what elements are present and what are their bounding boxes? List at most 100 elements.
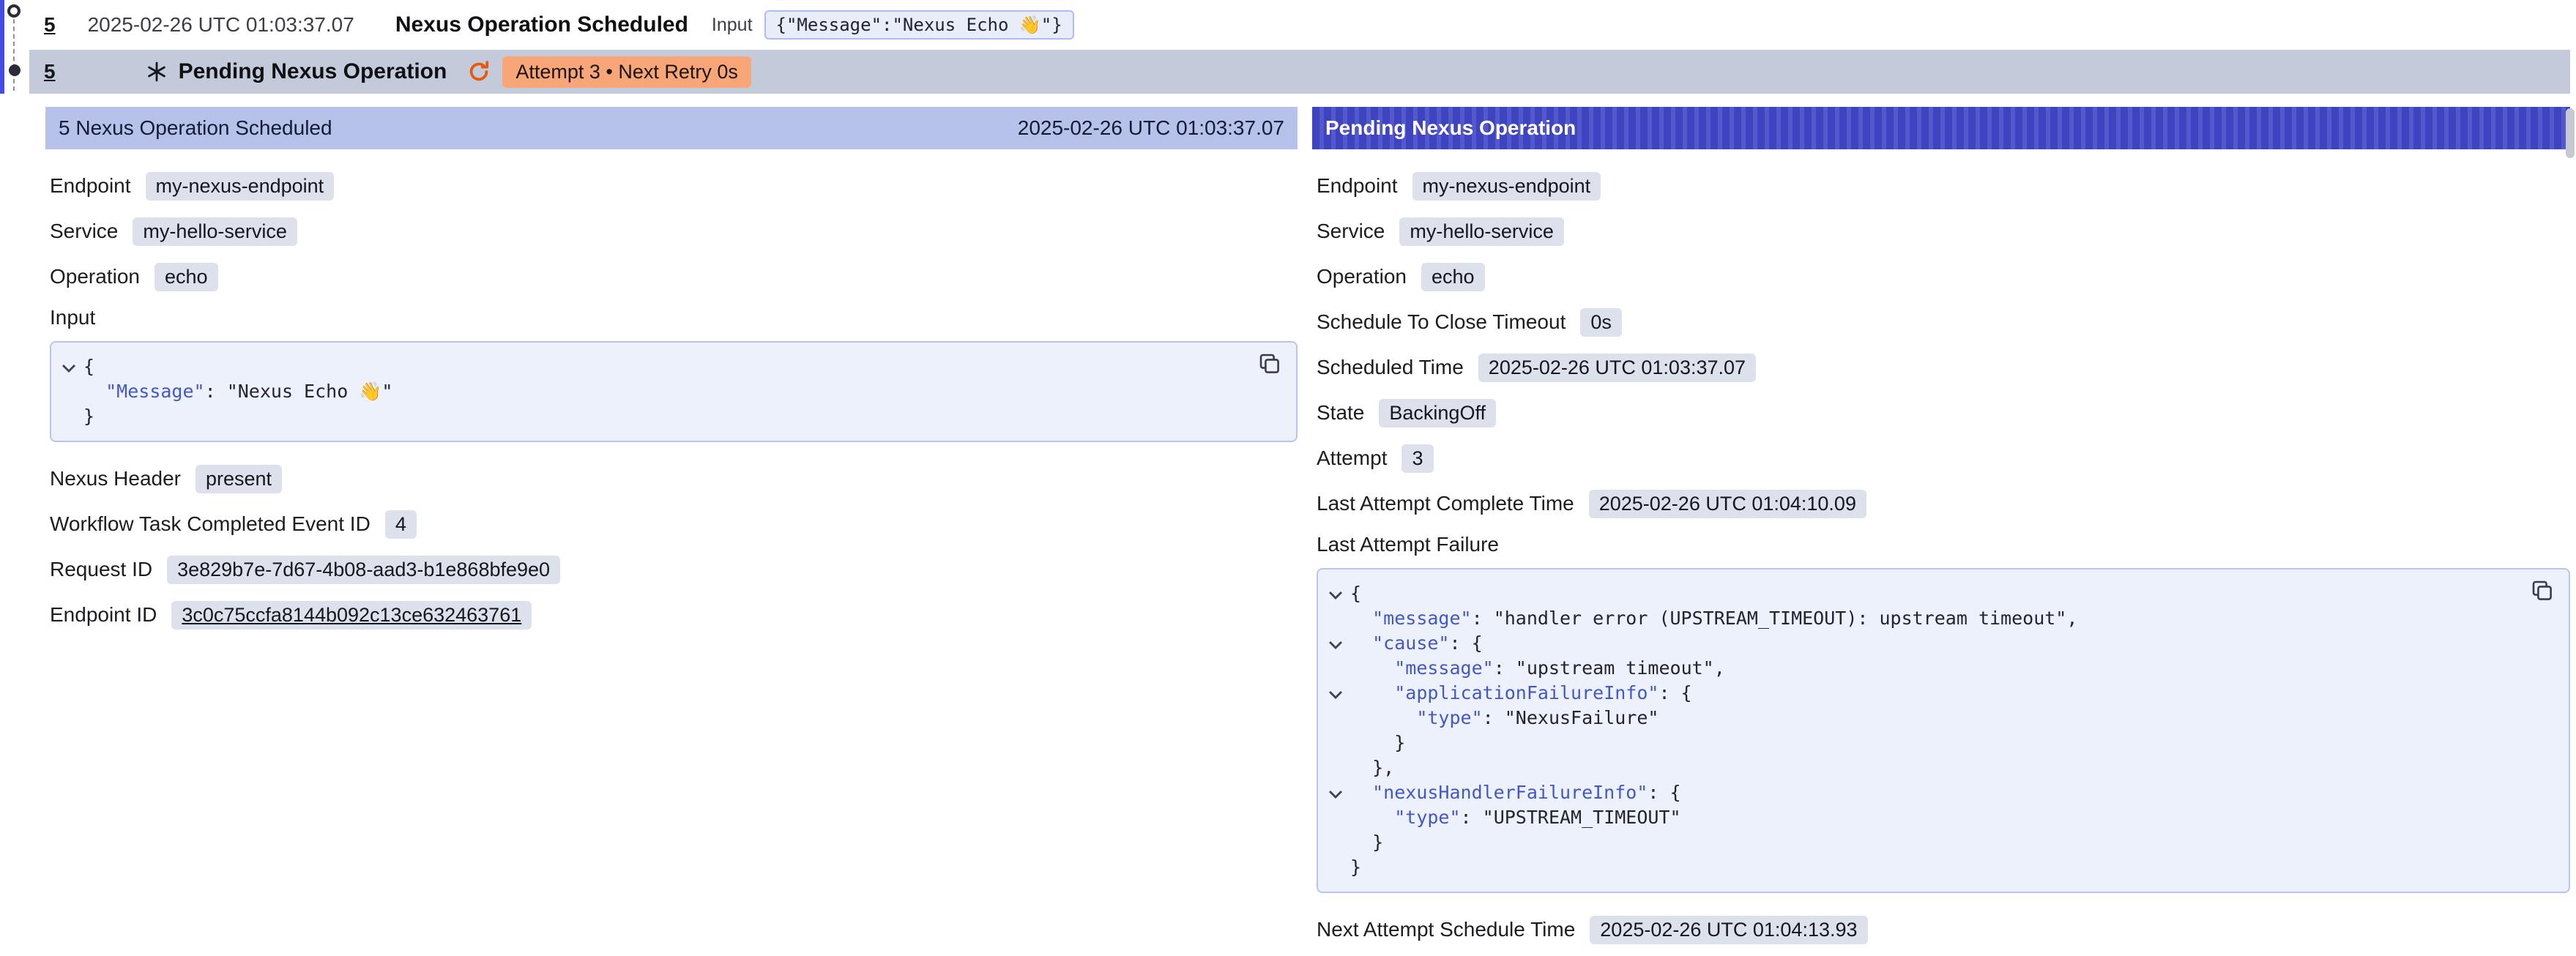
detail-value-badge: my-nexus-endpoint xyxy=(146,172,335,201)
event-title: Nexus Operation Scheduled xyxy=(395,12,688,37)
detail-label: Attempt xyxy=(1317,447,1387,470)
detail-value-badge: 0s xyxy=(1580,308,1622,337)
detail-value-badge: echo xyxy=(1421,263,1485,291)
detail-row: Last Attempt Complete Time 2025-02-26 UTC… xyxy=(1317,488,2570,520)
attempt-retry-badge: Attempt 3 • Next Retry 0s xyxy=(502,56,751,88)
pending-panel-title: Pending Nexus Operation xyxy=(1325,116,1576,140)
detail-label: Service xyxy=(50,220,118,243)
detail-row: Operation echo xyxy=(1317,261,2570,293)
pending-operation-title: Pending Nexus Operation xyxy=(179,59,447,84)
scrollbar-thumb[interactable] xyxy=(2566,108,2575,158)
copy-icon xyxy=(2531,579,2554,602)
chevron-down-icon[interactable] xyxy=(1321,631,1350,656)
scheduled-event-panel: 5 Nexus Operation Scheduled 2025-02-26 U… xyxy=(45,107,1298,644)
scheduled-panel-timestamp: 2025-02-26 UTC 01:03:37.07 xyxy=(1018,116,1284,140)
detail-row: Endpoint my-nexus-endpoint xyxy=(50,170,1298,202)
detail-value-badge: my-hello-service xyxy=(1399,217,1564,246)
code-line: "message": "handler error (UPSTREAM_TIME… xyxy=(1321,606,2554,631)
detail-value-badge: my-hello-service xyxy=(133,217,297,246)
detail-label: Operation xyxy=(50,265,140,288)
event-timestamp: 2025-02-26 UTC 01:03:37.07 xyxy=(88,13,354,37)
chevron-down-icon[interactable] xyxy=(54,354,83,379)
code-line: "Message": "Nexus Echo 👋" xyxy=(54,379,1281,404)
detail-value-badge: 2025-02-26 UTC 01:04:10.09 xyxy=(1589,490,1866,518)
event-row-pending[interactable]: 5 Pending Nexus Operation Attempt 3 • Ne… xyxy=(29,50,2570,94)
code-line: { xyxy=(1321,581,2554,606)
detail-row: Workflow Task Completed Event ID 4 xyxy=(50,508,1298,540)
detail-row: State BackingOff xyxy=(1317,397,2570,429)
code-text: "message": "handler error (UPSTREAM_TIME… xyxy=(1350,606,2077,631)
code-text: "cause": { xyxy=(1350,631,1483,656)
code-gutter xyxy=(1321,755,1350,780)
detail-value-badge: present xyxy=(196,465,282,493)
code-text: "type": "UPSTREAM_TIMEOUT" xyxy=(1350,805,1681,830)
pending-meta-rows: Next Attempt Schedule Time2025-02-26 UTC… xyxy=(1317,914,2570,946)
detail-row: Attempt3 xyxy=(1317,442,2570,474)
detail-label: Endpoint xyxy=(50,174,131,198)
timeline-accent-bar xyxy=(0,0,4,94)
failure-section-label: Last Attempt Failure xyxy=(1317,533,2570,556)
failure-json-block: { "message": "handler error (UPSTREAM_TI… xyxy=(1317,568,2570,893)
detail-label: Endpoint xyxy=(1317,174,1398,198)
timeline-dashed-line xyxy=(13,12,15,91)
detail-value-badge: BackingOff xyxy=(1379,399,1496,427)
code-gutter xyxy=(1321,656,1350,681)
event-row-scheduled[interactable]: 5 2025-02-26 UTC 01:03:37.07 Nexus Opera… xyxy=(29,0,2576,50)
asterisk-icon xyxy=(146,61,167,82)
code-text: } xyxy=(1350,855,1361,880)
detail-row: Next Attempt Schedule Time2025-02-26 UTC… xyxy=(1317,914,2570,946)
detail-row: Schedule To Close Timeout0s xyxy=(1317,306,2570,338)
event-id-link[interactable]: 5 xyxy=(44,13,56,37)
scheduled-panel-title: 5 Nexus Operation Scheduled xyxy=(59,116,332,140)
detail-label: Workflow Task Completed Event ID xyxy=(50,512,371,536)
chevron-down-icon[interactable] xyxy=(1321,581,1350,606)
event-history-detail-view: 5 2025-02-26 UTC 01:03:37.07 Nexus Opera… xyxy=(0,0,2576,956)
circle-outline-icon xyxy=(7,4,21,18)
code-line: "cause": { xyxy=(1321,631,2554,656)
pending-operation-panel: Pending Nexus Operation Endpoint my-nexus… xyxy=(1312,107,2570,956)
code-gutter xyxy=(1321,855,1350,880)
code-text: "message": "upstream timeout", xyxy=(1350,656,1725,681)
failure-json-lines: { "message": "handler error (UPSTREAM_TI… xyxy=(1321,581,2554,880)
detail-value-badge: echo xyxy=(155,263,218,291)
detail-row: Scheduled Time2025-02-26 UTC 01:03:37.07 xyxy=(1317,351,2570,384)
chevron-down-icon[interactable] xyxy=(1321,681,1350,706)
copy-button[interactable] xyxy=(2528,578,2557,608)
code-text: }, xyxy=(1350,755,1394,780)
detail-value-link[interactable]: 3c0c75ccfa8144b092c13ce632463761 xyxy=(171,601,532,630)
detail-row: Request ID3e829b7e-7d67-4b08-aad3-b1e868… xyxy=(50,553,1298,586)
code-text: { xyxy=(83,354,94,379)
code-line: } xyxy=(1321,830,2554,855)
detail-label: Request ID xyxy=(50,558,152,581)
detail-value-badge: 4 xyxy=(385,510,417,539)
detail-label: Operation xyxy=(1317,265,1407,288)
detail-value-badge: my-nexus-endpoint xyxy=(1412,172,1601,201)
scheduled-panel-header: 5 Nexus Operation Scheduled 2025-02-26 U… xyxy=(45,107,1298,149)
code-line: }, xyxy=(1321,755,2554,780)
event-id-link[interactable]: 5 xyxy=(44,60,56,83)
code-line: "nexusHandlerFailureInfo": { xyxy=(1321,780,2554,805)
dot-icon xyxy=(9,64,21,76)
detail-value-badge: 2025-02-26 UTC 01:04:13.93 xyxy=(1590,916,1867,944)
code-text: } xyxy=(1350,830,1383,855)
input-section-label: Input xyxy=(50,306,1298,329)
input-json-block: { "Message": "Nexus Echo 👋"} xyxy=(50,341,1298,442)
code-line: "applicationFailureInfo": { xyxy=(1321,681,2554,706)
chevron-down-icon[interactable] xyxy=(1321,780,1350,805)
input-json-chip[interactable]: {"Message":"Nexus Echo 👋"} xyxy=(764,10,1074,40)
detail-label: Last Attempt Complete Time xyxy=(1317,492,1574,515)
code-line: } xyxy=(1321,731,2554,755)
copy-button[interactable] xyxy=(1255,351,1284,381)
code-line: "type": "NexusFailure" xyxy=(1321,706,2554,731)
code-text: "Message": "Nexus Echo 👋" xyxy=(83,379,392,404)
detail-value-badge: 2025-02-26 UTC 01:03:37.07 xyxy=(1478,354,1756,382)
detail-label: Nexus Header xyxy=(50,467,181,490)
retry-circular-arrow-icon xyxy=(467,60,491,83)
code-text: "applicationFailureInfo": { xyxy=(1350,681,1692,706)
detail-row: Servicemy-hello-service xyxy=(1317,215,2570,247)
input-label: Input xyxy=(712,15,753,36)
detail-label: State xyxy=(1317,401,1364,425)
detail-row: Service my-hello-service xyxy=(50,215,1298,247)
code-text: } xyxy=(83,404,94,429)
code-line: } xyxy=(1321,855,2554,880)
